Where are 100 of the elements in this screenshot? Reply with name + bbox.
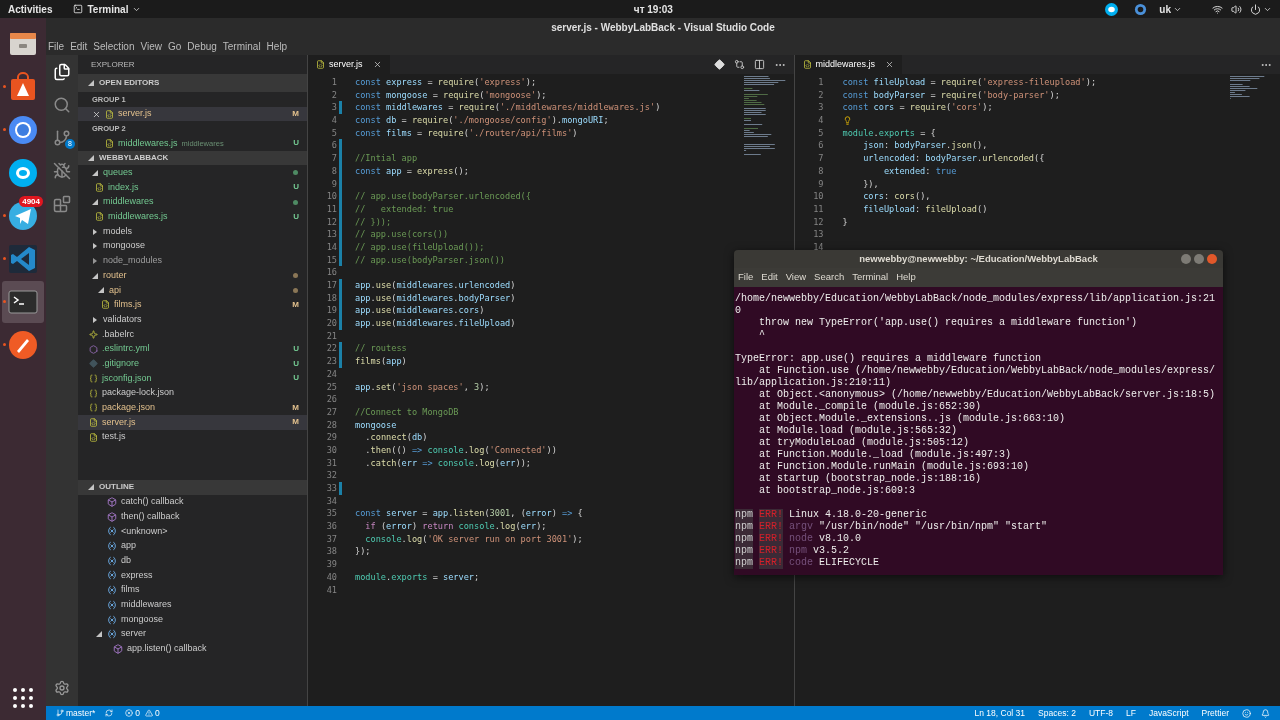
menu-item[interactable]: Selection [93, 38, 135, 54]
folder-row[interactable]: models [78, 224, 307, 239]
apps-grid-icon[interactable] [12, 687, 34, 709]
expanded-triangle-icon[interactable] [88, 80, 94, 86]
status-item[interactable]: UTF-8 [1088, 706, 1113, 720]
expanded-triangle-icon[interactable] [98, 287, 104, 294]
file-row[interactable]: index.js U [78, 180, 307, 195]
status-item[interactable]: JavaScript [1148, 706, 1189, 720]
expanded-triangle-icon[interactable] [92, 272, 98, 279]
editor-tab[interactable]: middlewares.js [794, 55, 903, 74]
smiley-icon[interactable] [1242, 708, 1251, 718]
menu-item[interactable]: Help [266, 38, 288, 54]
bug-icon[interactable] [53, 161, 71, 180]
diamond-icon[interactable] [713, 59, 725, 70]
menu-item[interactable]: Terminal [852, 270, 889, 285]
folder-row[interactable]: api [78, 282, 307, 298]
activities-button[interactable]: Activities [8, 1, 53, 17]
menu-item[interactable]: Terminal [222, 38, 261, 54]
close-button[interactable] [1207, 254, 1217, 264]
menu-item[interactable]: Edit [70, 38, 88, 54]
section-header[interactable]: OUTLINE [78, 480, 307, 495]
menu-item[interactable]: Debug [187, 38, 217, 54]
app-menu[interactable]: Terminal [73, 1, 142, 17]
expanded-triangle-icon[interactable] [88, 484, 94, 491]
file-row[interactable]: films.js M [78, 297, 307, 313]
status-item[interactable]: Spaces: 2 [1038, 706, 1076, 720]
code-line: json: bodyParser.json(), [862, 139, 988, 153]
chat-bubble-icon[interactable] [1105, 2, 1119, 16]
status-item[interactable]: Prettier [1201, 706, 1229, 720]
network-icon[interactable] [1212, 3, 1223, 15]
power-icon[interactable] [1250, 3, 1261, 15]
bell-icon[interactable] [1261, 708, 1270, 718]
sync-icon[interactable] [105, 709, 114, 717]
file-row[interactable]: .babelrc [78, 327, 307, 342]
file-row[interactable]: .gitignore U [78, 356, 307, 372]
problems-indicator[interactable]: 0 0 [125, 706, 160, 720]
folder-row[interactable]: router [78, 268, 307, 283]
close-icon[interactable] [885, 60, 895, 69]
collapsed-triangle-icon[interactable] [92, 316, 98, 323]
volume-icon[interactable] [1231, 3, 1242, 15]
section-header[interactable]: WEBBYLABBACK [78, 150, 307, 166]
collapsed-triangle-icon[interactable] [92, 257, 98, 264]
menu-item[interactable]: File [738, 270, 754, 285]
compare-icon[interactable] [733, 59, 745, 70]
minimize-button[interactable] [1181, 254, 1191, 264]
outline-row[interactable]: express [78, 568, 307, 583]
file-row[interactable]: package-lock.json [78, 385, 307, 401]
lightbulb-icon[interactable] [842, 115, 852, 125]
file-row[interactable]: .eslintrc.yml U [78, 341, 307, 357]
outline-row[interactable]: app.listen() callback [78, 641, 307, 657]
folder-row[interactable]: middlewares [78, 194, 307, 210]
clock[interactable]: чт 19:03 [633, 1, 673, 17]
file-row[interactable]: jsconfig.json U [78, 371, 307, 386]
file-row[interactable]: package.json M [78, 400, 307, 416]
file-row[interactable]: test.js [78, 429, 307, 445]
section-header[interactable]: OPEN EDITORS [78, 74, 307, 92]
outline-row[interactable]: films [78, 582, 307, 598]
branch-indicator[interactable]: master* [56, 706, 96, 720]
outline-row[interactable]: server [78, 626, 307, 642]
maximize-button[interactable] [1194, 254, 1204, 264]
search-icon[interactable] [53, 95, 71, 114]
file-row[interactable]: server.js M [78, 415, 307, 430]
files-icon[interactable] [53, 62, 71, 81]
split-editor-icon[interactable] [753, 59, 765, 70]
folder-row[interactable]: mongoose [78, 238, 307, 254]
status-item[interactable]: LF [1126, 706, 1136, 720]
menu-item[interactable]: Go [168, 38, 182, 54]
folder-row[interactable]: node_modules [78, 253, 307, 269]
status-tray-icon[interactable] [1134, 2, 1148, 16]
keyboard-layout-menu[interactable]: uk [1159, 1, 1182, 17]
menu-item[interactable]: Help [896, 270, 916, 285]
menu-item[interactable]: View [140, 38, 162, 54]
outline-row[interactable]: middlewares [78, 597, 307, 613]
menu-item[interactable]: File [48, 38, 65, 54]
editor-tab[interactable]: server.js [308, 55, 390, 74]
open-editor-row[interactable]: server.js M [78, 106, 307, 122]
folder-row[interactable]: queues [78, 165, 307, 181]
outline-row[interactable]: db [78, 553, 307, 569]
expanded-triangle-icon[interactable] [96, 631, 102, 638]
collapsed-triangle-icon[interactable] [92, 228, 98, 235]
close-icon[interactable] [372, 60, 382, 69]
menu-item[interactable]: View [785, 270, 807, 285]
menu-item[interactable]: Edit [761, 270, 778, 285]
outline-row[interactable]: app [78, 538, 307, 554]
menu-item[interactable]: Search [814, 270, 845, 285]
expanded-triangle-icon[interactable] [92, 169, 98, 176]
outline-row[interactable]: <unknown> [78, 524, 307, 539]
expanded-triangle-icon[interactable] [92, 199, 98, 206]
expanded-triangle-icon[interactable] [88, 155, 94, 162]
settings-icon[interactable] [54, 680, 70, 696]
close-icon[interactable] [92, 109, 101, 119]
collapsed-triangle-icon[interactable] [92, 243, 98, 250]
outline-row[interactable]: then() callback [78, 509, 307, 525]
extensions-icon[interactable] [53, 194, 71, 213]
folder-row[interactable]: validators [78, 312, 307, 327]
outline-row[interactable]: catch() callback [78, 494, 307, 510]
outline-row[interactable]: mongoose [78, 612, 307, 627]
file-row[interactable]: middlewares.js U [78, 209, 307, 225]
dock-launcher[interactable]: 4904 [2, 195, 44, 237]
status-item[interactable]: Ln 18, Col 31 [974, 706, 1026, 720]
